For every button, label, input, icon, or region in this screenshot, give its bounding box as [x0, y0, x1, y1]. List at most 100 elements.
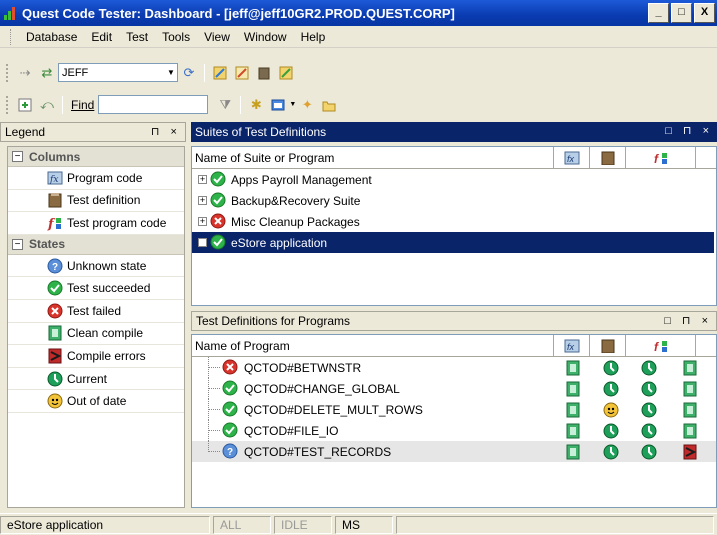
pin-icon[interactable]: □ ⊓ ×	[664, 314, 712, 327]
program-code-icon[interactable]: fx	[554, 147, 590, 168]
disconnect-icon[interactable]: ⇢	[16, 64, 34, 82]
minimize-button[interactable]: _	[648, 3, 669, 23]
toolbar-grip[interactable]	[6, 95, 10, 114]
program-code-icon[interactable]: fx	[554, 335, 590, 356]
suite-name-column[interactable]: Name of Suite or Program	[192, 147, 554, 168]
program-name: QCTOD#FILE_IO	[244, 423, 339, 438]
legend-group-columns[interactable]: − Columns	[8, 147, 184, 167]
program-row[interactable]: QCTOD#CHANGE_GLOBAL	[192, 378, 716, 399]
toolbar-grip[interactable]	[6, 63, 10, 82]
expand-icon[interactable]: +	[198, 196, 207, 205]
chevron-down-icon[interactable]: ▼	[165, 64, 177, 81]
title-bar[interactable]: Quest Code Tester: Dashboard - [jeff@jef…	[0, 0, 717, 26]
open-editor-icon[interactable]	[16, 96, 34, 114]
unknown-state-icon: ?	[46, 257, 63, 274]
program-icon[interactable]: ✦	[298, 96, 316, 114]
menu-edit[interactable]: Edit	[84, 30, 119, 44]
program-name-cell: QCTOD#DELETE_MULT_ROWS	[222, 401, 554, 418]
collapse-icon[interactable]: −	[12, 151, 23, 162]
out-of-date-icon	[46, 393, 63, 410]
menu-help[interactable]: Help	[294, 30, 333, 44]
menu-test[interactable]: Test	[119, 30, 155, 44]
test-definition-icon[interactable]	[590, 335, 626, 356]
suite-row[interactable]: + Backup&Recovery Suite	[192, 190, 716, 211]
test-definition-icon[interactable]	[590, 147, 626, 168]
refresh-icon[interactable]: ⟳	[180, 64, 198, 82]
suites-title: Suites of Test Definitions	[195, 125, 327, 139]
current-icon	[592, 423, 630, 439]
legend-item: Test failed	[8, 300, 184, 323]
schema-select[interactable]: JEFF ▼	[58, 63, 178, 82]
expand-icon[interactable]: +	[198, 238, 207, 247]
back-icon[interactable]: ⤺	[38, 96, 56, 114]
test-succeeded-icon	[210, 192, 227, 209]
program-name-column[interactable]: Name of Program	[192, 335, 554, 356]
test-definition-tool-icon[interactable]	[255, 64, 273, 82]
program-name: QCTOD#TEST_RECORDS	[244, 444, 392, 459]
chevron-down-icon[interactable]: ▼	[289, 101, 296, 108]
settings-icon[interactable]: ✱	[247, 96, 265, 114]
test-failed-icon	[210, 213, 227, 230]
toolbar-grip[interactable]	[10, 28, 13, 45]
legend-group-states[interactable]: − States	[8, 234, 184, 255]
suite-row-selected[interactable]: + eStore application	[192, 232, 714, 253]
tree-line	[192, 399, 222, 420]
suite-name: Backup&Recovery Suite	[231, 193, 361, 208]
menu-bar: Database Edit Test Tools View Window Hel…	[0, 26, 717, 48]
edit-test-icon[interactable]	[211, 64, 229, 82]
suite-name: eStore application	[231, 235, 328, 250]
program-name-cell: QCTOD#BETWNSTR	[222, 359, 554, 376]
compile-errors-icon	[46, 347, 63, 364]
status-context: eStore application	[0, 515, 210, 534]
programs-title: Test Definitions for Programs	[196, 314, 351, 328]
menu-window[interactable]: Window	[237, 30, 294, 44]
menu-database[interactable]: Database	[19, 30, 84, 44]
svg-text:?: ?	[52, 262, 58, 273]
new-test-icon[interactable]	[233, 64, 251, 82]
window-layout-icon[interactable]	[269, 96, 287, 114]
program-row[interactable]: QCTOD#BETWNSTR	[192, 357, 716, 378]
legend-item: Clean compile	[8, 323, 184, 346]
program-row[interactable]: QCTOD#DELETE_MULT_ROWS	[192, 399, 716, 420]
expand-icon[interactable]: +	[198, 217, 207, 226]
legend-item-label: Program code	[67, 170, 143, 185]
out-of-date-icon	[592, 402, 630, 418]
program-name: QCTOD#BETWNSTR	[244, 360, 362, 375]
close-button[interactable]: X	[694, 3, 715, 23]
legend-item-label: Out of date	[67, 394, 127, 409]
legend-item-label: Test failed	[67, 303, 122, 318]
program-name-cell: ? QCTOD#TEST_RECORDS	[222, 443, 554, 460]
clean-compile-icon	[46, 325, 63, 342]
test-program-code-icon[interactable]: f	[626, 147, 696, 168]
expand-icon[interactable]: +	[198, 175, 207, 184]
suite-row[interactable]: + Apps Payroll Management	[192, 169, 716, 190]
program-name-cell: QCTOD#FILE_IO	[222, 422, 554, 439]
clean-compile-icon	[668, 402, 712, 418]
generate-test-icon[interactable]	[277, 64, 295, 82]
legend-item: Out of date	[8, 390, 184, 413]
compile-errors-icon	[668, 444, 712, 460]
suite-name: Apps Payroll Management	[231, 172, 372, 187]
funnel-icon[interactable]: ⧩	[216, 96, 234, 114]
program-row[interactable]: ? QCTOD#TEST_RECORDS	[192, 441, 716, 462]
clean-compile-icon	[554, 381, 592, 397]
clean-compile-icon	[668, 423, 712, 439]
suite-row[interactable]: + Misc Cleanup Packages	[192, 211, 716, 232]
collapse-icon[interactable]: −	[12, 238, 23, 250]
connect-icon[interactable]: ⇄	[38, 64, 56, 82]
legend-title: Legend	[5, 125, 46, 139]
pin-icon[interactable]: ⊓ ×	[151, 125, 181, 138]
program-row[interactable]: QCTOD#FILE_IO	[192, 420, 716, 441]
current-icon	[630, 381, 668, 397]
find-input[interactable]	[98, 95, 209, 114]
legend-item-label: Test definition	[67, 193, 141, 208]
legend-item: Compile errors	[8, 345, 184, 368]
test-program-code-icon[interactable]: f	[626, 335, 696, 356]
pin-icon[interactable]: □ ⊓ ×	[665, 124, 713, 137]
menu-view[interactable]: View	[197, 30, 237, 44]
maximize-button[interactable]: □	[671, 3, 692, 23]
programs-column-header: Name of Program fx f	[192, 335, 716, 357]
toolbar-find: ⤺ Find ⧩ ✱ ▼ ✦	[0, 91, 717, 118]
folder-icon[interactable]	[320, 96, 338, 114]
menu-tools[interactable]: Tools	[155, 30, 197, 44]
